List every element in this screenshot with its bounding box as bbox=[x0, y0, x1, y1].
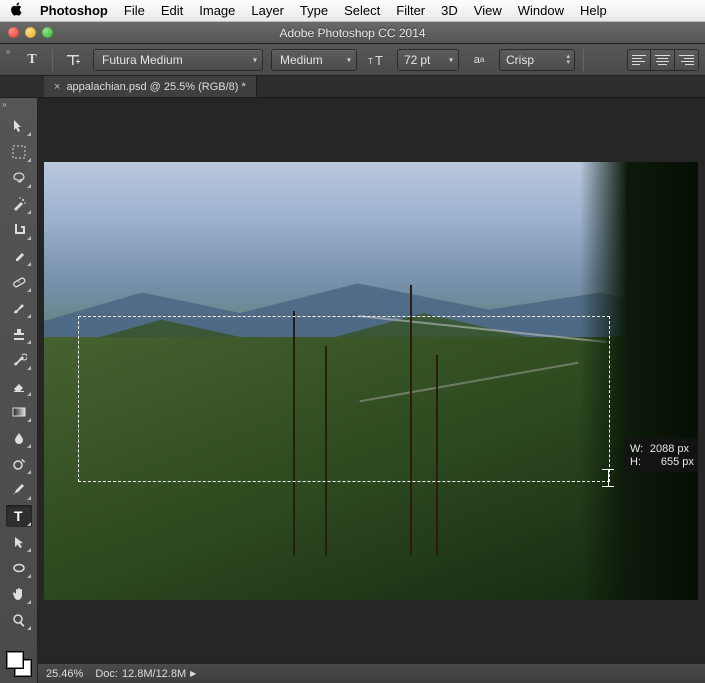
dimension-tooltip: W: 2088 px H: 655 px bbox=[624, 438, 698, 472]
status-bar: 25.46% Doc: 12.8M/12.8M ▶ bbox=[38, 663, 705, 683]
document-tab-label: appalachian.psd @ 25.5% (RGB/8) * bbox=[66, 81, 245, 93]
foreground-color-swatch[interactable] bbox=[6, 651, 24, 669]
hand-tool[interactable] bbox=[6, 583, 32, 605]
status-doc-label: Doc: bbox=[95, 668, 118, 680]
antialias-dropdown[interactable]: Crisp ▴▾ bbox=[499, 49, 575, 71]
align-left-button[interactable] bbox=[627, 49, 651, 71]
color-swatches[interactable] bbox=[6, 651, 32, 677]
status-doc-info[interactable]: Doc: 12.8M/12.8M ▶ bbox=[95, 668, 196, 680]
menu-type[interactable]: Type bbox=[300, 3, 328, 18]
font-size-value: 72 bbox=[404, 53, 417, 67]
text-bounding-box[interactable] bbox=[78, 316, 610, 482]
separator bbox=[52, 49, 53, 71]
antialias-value: Crisp bbox=[506, 53, 534, 67]
font-family-value: Futura Medium bbox=[102, 53, 183, 67]
menu-image[interactable]: Image bbox=[199, 3, 235, 18]
font-size-icon: TT bbox=[365, 49, 389, 71]
text-orientation-button[interactable] bbox=[61, 49, 85, 71]
font-style-value: Medium bbox=[280, 53, 323, 67]
window-titlebar: Adobe Photoshop CC 2014 bbox=[0, 22, 705, 44]
chevron-right-icon: ▶ bbox=[190, 669, 196, 678]
gradient-tool[interactable] bbox=[6, 401, 32, 423]
menu-view[interactable]: View bbox=[474, 3, 502, 18]
crop-tool[interactable] bbox=[6, 219, 32, 241]
tools-panel: » bbox=[0, 98, 38, 683]
document-canvas[interactable]: W: 2088 px H: 655 px bbox=[44, 162, 698, 600]
svg-text:T: T bbox=[375, 53, 383, 68]
dim-w-value: 2088 px bbox=[650, 443, 689, 455]
align-center-button[interactable] bbox=[651, 49, 675, 71]
eraser-tool[interactable] bbox=[6, 375, 32, 397]
path-select-tool[interactable] bbox=[6, 531, 32, 553]
dodge-tool[interactable] bbox=[6, 453, 32, 475]
tools-expand-icon[interactable]: » bbox=[2, 100, 6, 109]
close-icon[interactable]: × bbox=[54, 81, 60, 93]
menu-window[interactable]: Window bbox=[518, 3, 564, 18]
move-tool[interactable] bbox=[6, 115, 32, 137]
menu-edit[interactable]: Edit bbox=[161, 3, 183, 18]
shape-tool[interactable] bbox=[6, 557, 32, 579]
menu-help[interactable]: Help bbox=[580, 3, 607, 18]
font-style-dropdown[interactable]: Medium▾ bbox=[271, 49, 357, 71]
menu-select[interactable]: Select bbox=[344, 3, 380, 18]
font-size-unit: pt bbox=[420, 53, 430, 67]
font-family-dropdown[interactable]: Futura Medium▾ bbox=[93, 49, 263, 71]
brush-tool[interactable] bbox=[6, 297, 32, 319]
dim-h-label: H: bbox=[630, 456, 641, 468]
clone-stamp-tool[interactable] bbox=[6, 323, 32, 345]
font-size-input[interactable]: 72 pt ▾ bbox=[397, 49, 459, 71]
status-doc-value: 12.8M/12.8M bbox=[122, 668, 186, 680]
mac-menubar: Photoshop File Edit Image Layer Type Sel… bbox=[0, 0, 705, 22]
document-tab-bar: × appalachian.psd @ 25.5% (RGB/8) * bbox=[0, 76, 705, 98]
options-expand-icon[interactable]: » bbox=[6, 47, 12, 56]
marquee-tool[interactable] bbox=[6, 141, 32, 163]
dim-h-value: 655 px bbox=[661, 456, 694, 468]
pen-tool[interactable] bbox=[6, 479, 32, 501]
align-right-button[interactable] bbox=[675, 49, 699, 71]
tool-preset-button[interactable]: T bbox=[20, 49, 44, 71]
quick-select-tool[interactable] bbox=[6, 193, 32, 215]
menu-filter[interactable]: Filter bbox=[396, 3, 425, 18]
canvas-area[interactable]: W: 2088 px H: 655 px bbox=[38, 98, 705, 683]
status-zoom[interactable]: 25.46% bbox=[46, 668, 83, 680]
options-bar: » T Futura Medium▾ Medium▾ TT 72 pt ▾ aa… bbox=[0, 44, 705, 76]
svg-text:T: T bbox=[368, 57, 373, 66]
antialias-icon: aa bbox=[467, 49, 491, 71]
eyedropper-tool[interactable] bbox=[6, 245, 32, 267]
blur-tool[interactable] bbox=[6, 427, 32, 449]
menu-file[interactable]: File bbox=[124, 3, 145, 18]
text-insertion-cursor bbox=[602, 469, 614, 487]
window-title: Adobe Photoshop CC 2014 bbox=[0, 26, 705, 40]
history-brush-tool[interactable] bbox=[6, 349, 32, 371]
separator bbox=[583, 49, 584, 71]
menu-layer[interactable]: Layer bbox=[251, 3, 284, 18]
menu-app-name[interactable]: Photoshop bbox=[40, 3, 108, 18]
zoom-tool[interactable] bbox=[6, 609, 32, 631]
healing-brush-tool[interactable] bbox=[6, 271, 32, 293]
menu-3d[interactable]: 3D bbox=[441, 3, 458, 18]
dim-w-label: W: bbox=[630, 443, 643, 455]
text-align-group bbox=[627, 49, 699, 71]
document-tab[interactable]: × appalachian.psd @ 25.5% (RGB/8) * bbox=[44, 76, 257, 97]
type-tool[interactable] bbox=[6, 505, 32, 527]
apple-icon[interactable] bbox=[10, 2, 24, 19]
lasso-tool[interactable] bbox=[6, 167, 32, 189]
